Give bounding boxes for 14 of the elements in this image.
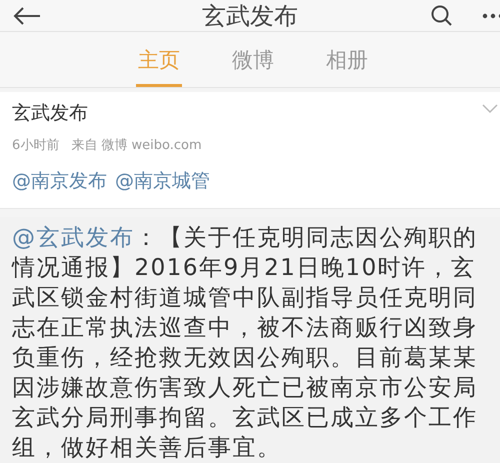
author-link[interactable]: @玄武发布 [12, 225, 134, 251]
search-icon[interactable] [430, 4, 454, 28]
back-arrow-icon[interactable] [12, 6, 42, 26]
mention-link[interactable]: @南京城管 [115, 168, 210, 194]
tab[interactable]: 相册 [324, 32, 370, 87]
author-name: 玄武发布 [12, 101, 88, 126]
tab[interactable]: 主页 [136, 32, 182, 87]
post-time: 6小时前 [12, 137, 60, 154]
tab[interactable]: 微博 [230, 32, 276, 87]
more-icon[interactable] [482, 12, 500, 18]
repost-text: @玄武发布：【关于任克明同志因公殉职的情况通报】2016年9月21日晚10时许，玄武区锁金村街道城管中队副指导员任克明同志在正常执法巡查中，被不法商贩行凶致身负重伤，经抢救无效因公殉职。目前葛某某因涉嫌故意伤害致人死亡已被南京市公安局玄武分局刑事拘留。玄武区已成立多个工作组，做好相关善后事宜。 [12, 224, 478, 463]
page-title: 玄武发布 [201, 0, 299, 32]
mention-link[interactable]: @南京发布 [12, 168, 107, 194]
post-source: 来自 微博 weibo.com [71, 137, 202, 154]
